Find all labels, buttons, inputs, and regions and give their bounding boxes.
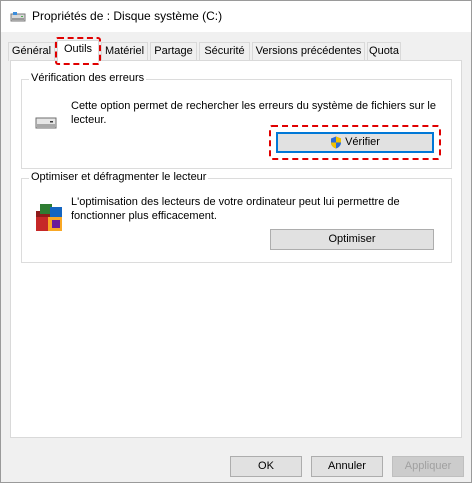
tab-label: Sécurité	[204, 45, 245, 57]
uac-shield-icon	[330, 136, 342, 149]
error-check-group: Vérification des erreurs Cette option pe…	[21, 72, 452, 169]
tab-label: Outils	[63, 43, 93, 55]
tab-label: Quota	[369, 45, 399, 57]
optimize-title: Optimiser et défragmenter le lecteur	[29, 171, 209, 183]
tab-label: Général	[11, 45, 52, 57]
optimize-group: Optimiser et défragmenter le lecteur L'o…	[21, 171, 452, 263]
cancel-button[interactable]: Annuler	[311, 456, 383, 477]
tab-security[interactable]: Sécurité	[199, 42, 250, 61]
verify-button-label: Vérifier	[345, 136, 380, 148]
drive-icon	[35, 116, 57, 130]
drive-icon	[10, 11, 26, 23]
tab-label: Matériel	[104, 45, 145, 57]
tab-tools[interactable]: Outils	[57, 40, 99, 62]
error-check-description: Cette option permet de rechercher les er…	[71, 100, 436, 126]
error-check-title: Vérification des erreurs	[29, 72, 147, 84]
verify-button-content: Vérifier	[330, 133, 380, 152]
tab-previous-versions[interactable]: Versions précédentes	[252, 42, 365, 61]
tab-sharing[interactable]: Partage	[150, 42, 197, 61]
tab-label: Partage	[154, 45, 193, 57]
tab-hardware[interactable]: Matériel	[101, 42, 148, 61]
tab-panel-tools: Vérification des erreurs Cette option pe…	[10, 60, 462, 438]
tab-quota[interactable]: Quota	[367, 42, 401, 61]
tab-general[interactable]: Général	[8, 42, 55, 61]
optimize-button[interactable]: Optimiser	[270, 229, 434, 250]
ok-button[interactable]: OK	[230, 456, 302, 477]
window-title: Propriétés de : Disque système (C:)	[32, 9, 223, 23]
optimize-description: L'optimisation des lecteurs de votre ord…	[71, 196, 400, 222]
apply-button[interactable]: Appliquer	[392, 456, 464, 477]
defrag-icon	[34, 201, 66, 233]
verify-button[interactable]: Vérifier	[276, 132, 434, 153]
tab-label: Versions précédentes	[255, 45, 362, 57]
title-bar[interactable]: Propriétés de : Disque système (C:)	[1, 1, 471, 32]
properties-dialog: Propriétés de : Disque système (C:) Géné…	[0, 0, 472, 483]
